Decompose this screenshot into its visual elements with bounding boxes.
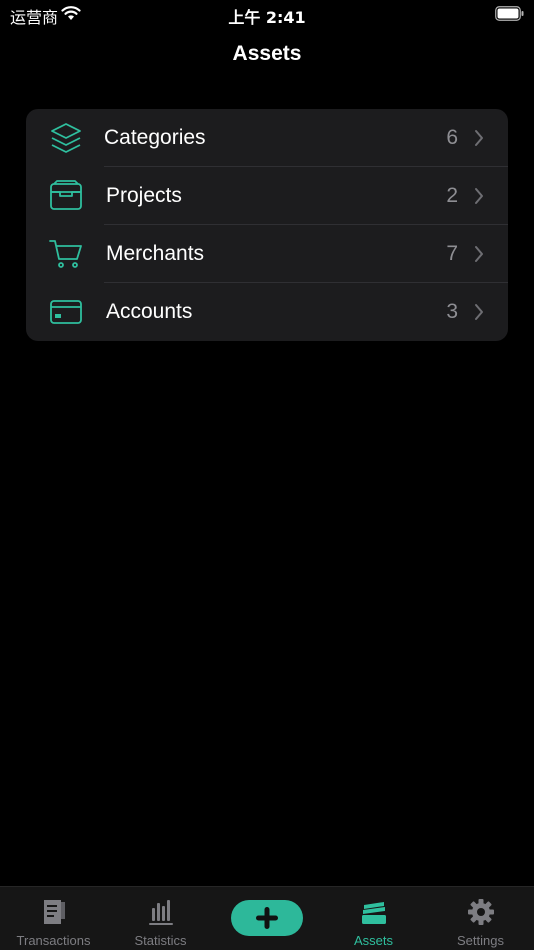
- tab-label: Statistics: [134, 933, 187, 948]
- shopping-cart-icon: [49, 240, 82, 268]
- tab-label: Transactions: [16, 933, 91, 948]
- list-item-count: 2: [446, 184, 458, 207]
- status-bar: 运营商 上午 2:41: [0, 0, 534, 30]
- list-item-count: 6: [446, 126, 458, 149]
- tab-label: Settings: [457, 933, 504, 948]
- assets-list: Categories 6 Projects 2 Merchants 7 Acco…: [26, 109, 508, 341]
- plus-icon: [256, 907, 278, 929]
- tab-statistics[interactable]: Statistics: [107, 887, 214, 950]
- page-title: Assets: [232, 42, 302, 65]
- stack-icon: [361, 902, 386, 924]
- layers-icon: [51, 123, 81, 153]
- tab-bar: Transactions Statistics Assets Settings: [0, 886, 534, 950]
- battery-icon: [495, 6, 524, 21]
- tab-label: Assets: [353, 933, 393, 948]
- list-item-label: Accounts: [106, 300, 193, 323]
- status-time: 上午 2:41: [228, 8, 306, 27]
- list-item-label: Merchants: [106, 242, 205, 265]
- chevron-right-icon: [475, 246, 483, 262]
- list-item-categories[interactable]: Categories 6: [26, 109, 508, 167]
- screen: 运营商 上午 2:41 Assets Categories 6 Projects…: [0, 0, 534, 950]
- chevron-right-icon: [475, 130, 483, 146]
- credit-card-icon: [50, 300, 82, 324]
- list-item-merchants[interactable]: Merchants 7: [26, 225, 508, 283]
- list-item-count: 7: [446, 242, 458, 265]
- list-item-accounts[interactable]: Accounts 3: [26, 283, 508, 341]
- tab-settings[interactable]: Settings: [427, 887, 534, 950]
- inbox-tray-icon: [50, 180, 82, 210]
- add-transaction-button[interactable]: [231, 900, 303, 936]
- list-item-label: Projects: [106, 184, 182, 207]
- chevron-right-icon: [475, 304, 483, 320]
- chevron-right-icon: [475, 188, 483, 204]
- tab-assets[interactable]: Assets: [320, 887, 427, 950]
- list-item-count: 3: [446, 300, 458, 323]
- bar-chart-icon: [148, 900, 173, 925]
- tab-transactions[interactable]: Transactions: [0, 887, 107, 950]
- list-item-label: Categories: [104, 126, 206, 149]
- list-item-projects[interactable]: Projects 2: [26, 167, 508, 225]
- document-icon: [43, 900, 65, 924]
- gear-icon: [467, 899, 494, 925]
